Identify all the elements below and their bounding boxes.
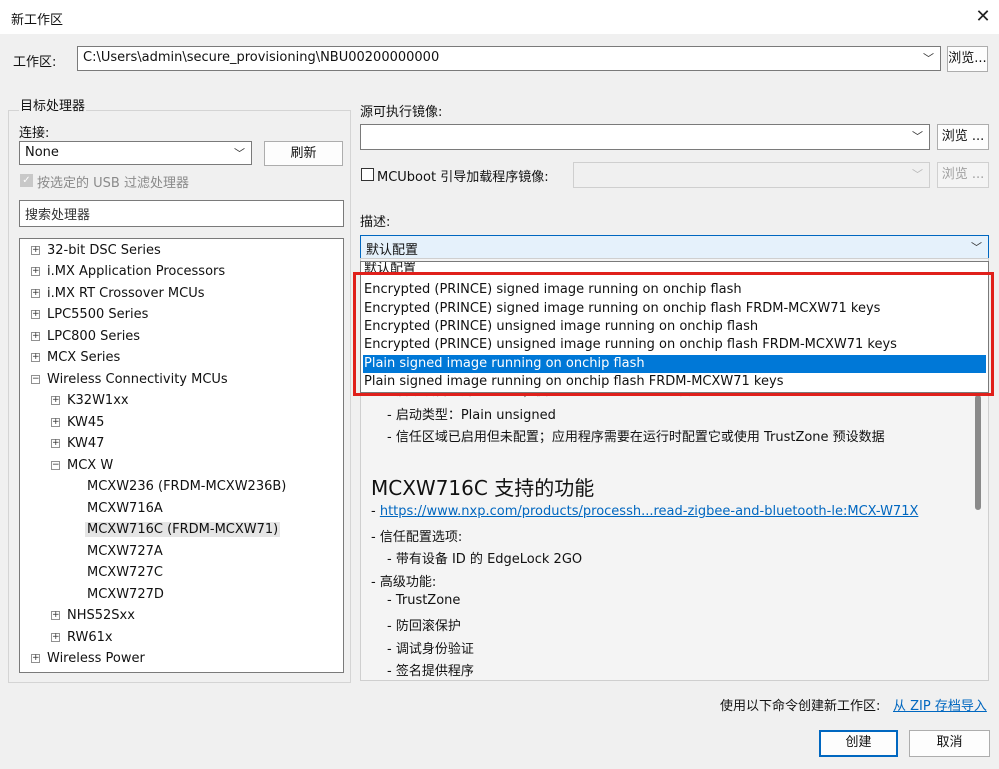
collapse-icon[interactable]: − bbox=[51, 461, 60, 470]
expand-icon[interactable]: + bbox=[51, 439, 60, 448]
tree-item[interactable]: MCXW727C bbox=[87, 562, 163, 583]
expand-icon[interactable]: + bbox=[51, 396, 60, 405]
feature-item: - 签名提供程序 bbox=[387, 664, 474, 679]
tree-item[interactable]: + RW61x bbox=[51, 627, 113, 648]
tree-item[interactable]: + Wireless Power bbox=[31, 648, 145, 669]
target-processor-title: 目标处理器 bbox=[19, 95, 87, 114]
tree-item[interactable]: + i.MX RT Crossover MCUs bbox=[31, 283, 205, 304]
tree-item[interactable]: + KW45 bbox=[51, 412, 104, 433]
collapse-icon[interactable]: − bbox=[31, 375, 40, 384]
tree-item[interactable]: MCXW727D bbox=[87, 584, 164, 605]
processor-tree[interactable]: +32-bit DSC Series + i.MX Application Pro… bbox=[19, 238, 344, 673]
connection-select[interactable]: None ﹀ bbox=[19, 141, 252, 165]
chevron-down-icon: ﹀ bbox=[923, 52, 934, 65]
expand-icon[interactable]: + bbox=[51, 611, 60, 620]
product-link[interactable]: https://www.nxp.com/products/processh...… bbox=[380, 504, 919, 519]
mcuboot-browse-button[interactable]: 浏览 ... bbox=[937, 162, 989, 188]
tree-item[interactable]: − Wireless Connectivity MCUs bbox=[31, 369, 228, 390]
chevron-down-icon: ﹀ bbox=[912, 168, 923, 181]
desc-boot-type: - 启动类型：Plain unsigned bbox=[387, 408, 556, 423]
expand-icon[interactable]: + bbox=[31, 654, 40, 663]
chevron-down-icon: ﹀ bbox=[234, 147, 245, 160]
features-heading: MCXW716C 支持的功能 bbox=[371, 476, 595, 500]
mcuboot-combo[interactable]: ﹀ bbox=[573, 162, 930, 188]
refresh-button[interactable]: 刷新 bbox=[264, 141, 343, 166]
expand-icon[interactable]: + bbox=[51, 418, 60, 427]
expand-icon[interactable]: + bbox=[31, 289, 40, 298]
tree-item[interactable]: − MCX W bbox=[51, 455, 113, 476]
mcuboot-checkbox[interactable] bbox=[361, 168, 374, 181]
create-button[interactable]: 创建 bbox=[819, 730, 898, 757]
search-placeholder: 搜索处理器 bbox=[25, 208, 91, 223]
tree-item[interactable]: + LPC5500 Series bbox=[31, 304, 148, 325]
expand-icon[interactable]: + bbox=[31, 246, 40, 255]
import-zip-link[interactable]: 从 ZIP 存档导入 bbox=[893, 695, 987, 714]
processor-search-input[interactable]: 搜索处理器 bbox=[19, 200, 344, 227]
usb-filter-label: 按选定的 USB 过滤处理器 bbox=[37, 176, 189, 191]
tree-item[interactable]: MCXW236 (FRDM-MCXW236B) bbox=[87, 476, 286, 497]
description-label: 描述: bbox=[360, 215, 391, 230]
cancel-button[interactable]: 取消 bbox=[909, 730, 990, 757]
tree-item[interactable]: + MCX Series bbox=[31, 347, 120, 368]
feature-item: - 调试身份验证 bbox=[387, 642, 474, 657]
close-icon[interactable]: ✕ bbox=[970, 4, 996, 30]
create-command-label: 使用以下命令创建新工作区: bbox=[720, 699, 881, 714]
highlight-annotation-box bbox=[353, 272, 994, 396]
tree-item-selected[interactable]: MCXW716C (FRDM-MCXW71) bbox=[85, 519, 281, 540]
chevron-down-icon: ﹀ bbox=[971, 241, 982, 254]
tree-item[interactable]: + KW47 bbox=[51, 433, 104, 454]
workspace-label: 工作区: bbox=[13, 55, 57, 70]
advanced-features: - 高级功能: bbox=[371, 575, 437, 590]
window-title: 新工作区 bbox=[11, 13, 64, 28]
workspace-path-combo[interactable]: C:\Users\admin\secure_provisioning\NBU00… bbox=[77, 46, 941, 71]
tree-item[interactable]: + K32W1xx bbox=[51, 390, 129, 411]
title-bar bbox=[0, 0, 999, 34]
tree-item[interactable]: + NHS52Sxx bbox=[51, 605, 135, 626]
edgelock-item: - 带有设备 ID 的 EdgeLock 2GO bbox=[387, 552, 583, 567]
source-exec-combo[interactable]: ﹀ bbox=[360, 124, 930, 150]
workspace-browse-button[interactable]: 浏览... bbox=[947, 46, 988, 72]
connection-value: None bbox=[25, 145, 59, 160]
trust-options: - 信任配置选项: bbox=[371, 530, 463, 545]
expand-icon[interactable]: + bbox=[31, 353, 40, 362]
tree-item[interactable]: MCXW716A bbox=[87, 498, 163, 519]
expand-icon[interactable]: + bbox=[31, 332, 40, 341]
product-link-row[interactable]: - https://www.nxp.com/products/processh.… bbox=[371, 504, 918, 519]
tree-item[interactable]: MCXW727A bbox=[87, 541, 163, 562]
tree-item[interactable]: + LPC800 Series bbox=[31, 326, 140, 347]
expand-icon[interactable]: + bbox=[31, 267, 40, 276]
usb-filter-checkbox[interactable]: ✓ bbox=[20, 174, 33, 187]
description-selected: 默认配置 bbox=[366, 243, 419, 258]
mcuboot-label: MCUboot 引导加载程序镜像: bbox=[377, 170, 549, 185]
scrollbar-thumb[interactable] bbox=[975, 395, 981, 510]
tree-item[interactable]: +32-bit DSC Series bbox=[31, 240, 161, 261]
connection-label: 连接: bbox=[19, 126, 50, 141]
expand-icon[interactable]: + bbox=[51, 633, 60, 642]
feature-item: - TrustZone bbox=[387, 593, 461, 608]
tree-item[interactable]: + i.MX Application Processors bbox=[31, 261, 225, 282]
feature-item: - 防回滚保护 bbox=[387, 619, 461, 634]
workspace-path-value: C:\Users\admin\secure_provisioning\NBU00… bbox=[83, 50, 440, 65]
source-exec-label: 源可执行镜像: bbox=[360, 105, 443, 120]
desc-trustzone: - 信任区域已启用但未配置；应用程序需要在运行时配置它或使用 TrustZone… bbox=[387, 430, 885, 445]
source-browse-button[interactable]: 浏览 ... bbox=[937, 124, 989, 150]
expand-icon[interactable]: + bbox=[31, 310, 40, 319]
chevron-down-icon: ﹀ bbox=[912, 130, 923, 143]
